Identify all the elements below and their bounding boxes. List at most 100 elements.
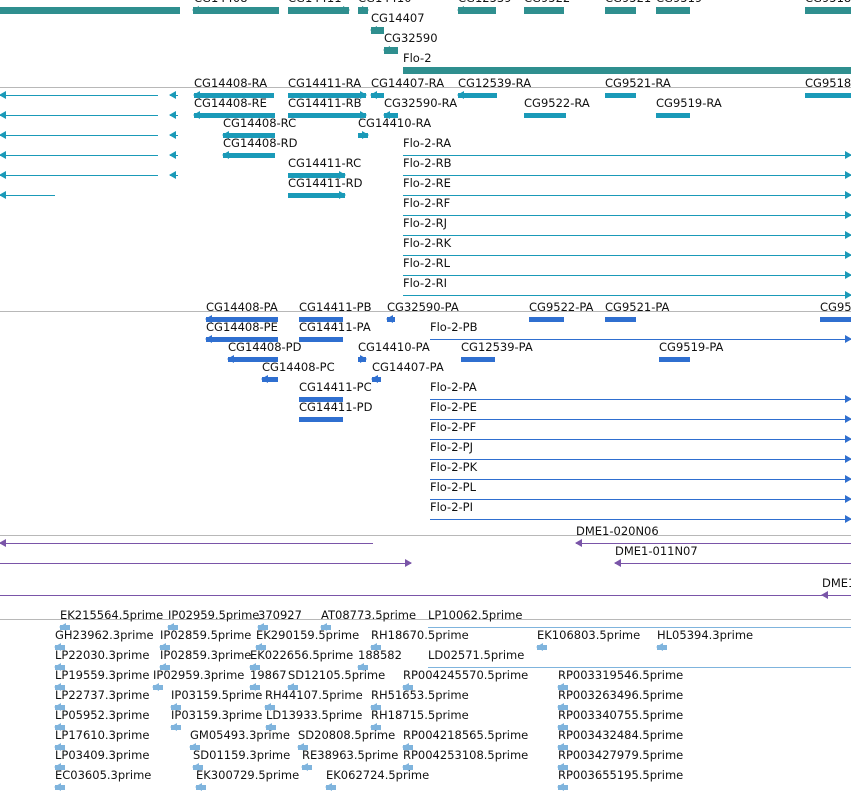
- proteins-feature-label[interactable]: CG9521-PA: [605, 301, 669, 314]
- transcripts-feature-line[interactable]: [403, 235, 851, 236]
- ests-feature-label[interactable]: GH23962.3prime: [55, 629, 154, 642]
- clones-feature-label[interactable]: DME1: [822, 577, 851, 590]
- ests-feature-label[interactable]: LP19559.3prime: [55, 669, 149, 682]
- transcripts-feature-line[interactable]: [403, 155, 851, 156]
- ests-feature-label[interactable]: RP003263496.5prime: [558, 689, 683, 702]
- transcripts-feature-label[interactable]: CG9519-RA: [656, 97, 722, 110]
- transcripts-feature-line[interactable]: [0, 95, 158, 96]
- genes-feature-label[interactable]: CG9521: [605, 0, 651, 5]
- transcripts-feature-box[interactable]: [288, 113, 366, 118]
- proteins-feature-line[interactable]: [430, 399, 851, 400]
- clones-feature-label[interactable]: DME1-020N06: [576, 525, 659, 538]
- clones-feature-line[interactable]: [0, 543, 373, 544]
- ests-feature-label[interactable]: EC03605.3prime: [55, 769, 151, 782]
- genes-feature-label[interactable]: CG9518: [805, 0, 851, 5]
- ests-feature-label[interactable]: 19867: [250, 669, 287, 682]
- transcripts-feature-label[interactable]: Flo-2-RB: [403, 157, 452, 170]
- ests-feature-label[interactable]: GM05493.3prime: [190, 729, 290, 742]
- proteins-feature-label[interactable]: Flo-2-PB: [430, 321, 478, 334]
- proteins-feature-label[interactable]: Flo-2-PL: [430, 481, 476, 494]
- transcripts-feature-box[interactable]: [524, 113, 566, 118]
- ests-feature-label[interactable]: RP003655195.5prime: [558, 769, 683, 782]
- proteins-feature-label[interactable]: CG14407-PA: [372, 361, 444, 374]
- transcripts-feature-line[interactable]: [403, 175, 851, 176]
- transcripts-feature-label[interactable]: CG14411-RA: [288, 77, 361, 90]
- transcripts-feature-line[interactable]: [403, 255, 851, 256]
- ests-feature-label[interactable]: HL05394.3prime: [657, 629, 753, 642]
- genes-feature-label[interactable]: CG14410: [358, 0, 412, 5]
- proteins-feature-label[interactable]: CG12539-PA: [461, 341, 533, 354]
- clones-feature-label[interactable]: DME1-011N07: [615, 545, 698, 558]
- ests-feature-label[interactable]: SD20808.5prime: [298, 729, 395, 742]
- proteins-feature-label[interactable]: CG9519-PA: [659, 341, 723, 354]
- transcripts-feature-line[interactable]: [403, 195, 851, 196]
- proteins-feature-label[interactable]: CG95: [820, 301, 851, 314]
- clones-feature-line[interactable]: [615, 563, 851, 564]
- genes-feature-box[interactable]: [193, 7, 279, 14]
- transcripts-feature-label[interactable]: CG14411-RD: [288, 177, 363, 190]
- proteins-feature-box[interactable]: [529, 317, 564, 322]
- ests-feature-label[interactable]: IP03159.5prime: [171, 689, 262, 702]
- ests-feature-label[interactable]: EK022656.5prime: [250, 649, 353, 662]
- transcripts-feature-label[interactable]: CG9522-RA: [524, 97, 590, 110]
- transcripts-feature-box[interactable]: [605, 93, 636, 98]
- proteins-feature-label[interactable]: Flo-2-PA: [430, 381, 477, 394]
- genes-feature-label[interactable]: CG14408: [194, 0, 248, 5]
- ests-feature-label[interactable]: RE38963.5prime: [302, 749, 398, 762]
- proteins-feature-box[interactable]: [659, 357, 690, 362]
- transcripts-feature-line[interactable]: [403, 275, 851, 276]
- proteins-feature-label[interactable]: CG14410-PA: [358, 341, 430, 354]
- transcripts-feature-label[interactable]: CG14408-RC: [223, 117, 296, 130]
- ests-feature-label[interactable]: RH18670.5prime: [371, 629, 469, 642]
- transcripts-feature-label[interactable]: CG32590-RA: [384, 97, 457, 110]
- transcripts-feature-line[interactable]: [0, 135, 158, 136]
- genes-feature-label[interactable]: CG14407: [371, 12, 425, 25]
- transcripts-feature-label[interactable]: CG14408-RA: [194, 77, 267, 90]
- ests-feature-label[interactable]: EK300729.5prime: [196, 769, 299, 782]
- ests-feature-label[interactable]: RH18715.5prime: [371, 709, 469, 722]
- transcripts-feature-line[interactable]: [0, 195, 55, 196]
- ests-feature-label[interactable]: LP17610.3prime: [55, 729, 149, 742]
- ests-feature-label[interactable]: IP02859.5prime: [160, 629, 251, 642]
- ests-feature-label[interactable]: IP02959.5prime: [168, 609, 259, 622]
- transcripts-feature-label[interactable]: Flo-2-RI: [403, 277, 447, 290]
- transcripts-feature-box[interactable]: [288, 193, 345, 198]
- proteins-feature-label[interactable]: CG14411-PA: [299, 321, 371, 334]
- ests-feature-label[interactable]: RP003340755.5prime: [558, 709, 683, 722]
- transcripts-feature-label[interactable]: Flo-2-RL: [403, 257, 450, 270]
- proteins-feature-label[interactable]: CG14408-PD: [228, 341, 301, 354]
- ests-feature-label[interactable]: EK106803.5prime: [537, 629, 640, 642]
- genes-feature-label[interactable]: CG12539: [458, 0, 512, 5]
- genes-feature-box[interactable]: [288, 7, 349, 14]
- transcripts-feature-box[interactable]: [656, 113, 690, 118]
- transcripts-feature-line[interactable]: [0, 175, 158, 176]
- genes-feature-label[interactable]: Flo-2: [403, 52, 432, 65]
- transcripts-feature-label[interactable]: CG14408-RE: [194, 97, 267, 110]
- genes-feature-label[interactable]: CG9522: [524, 0, 570, 5]
- ests-feature-label[interactable]: EK062724.5prime: [326, 769, 429, 782]
- genes-feature-box[interactable]: [805, 7, 851, 14]
- transcripts-feature-label[interactable]: CG14411-RB: [288, 97, 362, 110]
- genes-feature-label[interactable]: CG32590: [384, 32, 438, 45]
- ests-feature-label[interactable]: RH44107.5prime: [265, 689, 363, 702]
- ests-feature-label[interactable]: LP22030.3prime: [55, 649, 149, 662]
- ests-feature-label[interactable]: RP004245570.5prime: [403, 669, 528, 682]
- proteins-feature-box[interactable]: [299, 337, 343, 342]
- proteins-feature-label[interactable]: Flo-2-PF: [430, 421, 476, 434]
- transcripts-feature-label[interactable]: CG12539-RA: [458, 77, 531, 90]
- proteins-feature-box[interactable]: [299, 417, 343, 422]
- proteins-feature-line[interactable]: [430, 479, 851, 480]
- transcripts-feature-label[interactable]: Flo-2-RA: [403, 137, 451, 150]
- proteins-feature-line[interactable]: [430, 459, 851, 460]
- transcripts-feature-label[interactable]: CG14408-RD: [223, 137, 298, 150]
- ests-feature-label[interactable]: 188582: [358, 649, 402, 662]
- ests-feature-label[interactable]: AT08773.5prime: [321, 609, 416, 622]
- ests-feature-label[interactable]: RP004218565.5prime: [403, 729, 528, 742]
- proteins-feature-label[interactable]: CG14411-PB: [299, 301, 372, 314]
- ests-feature-label[interactable]: RP003319546.5prime: [558, 669, 683, 682]
- proteins-feature-line[interactable]: [430, 519, 851, 520]
- ests-feature-label[interactable]: 370927: [258, 609, 302, 622]
- ests-feature-label[interactable]: RP003432484.5prime: [558, 729, 683, 742]
- transcripts-feature-line[interactable]: [0, 155, 158, 156]
- transcripts-feature-label[interactable]: Flo-2-RK: [403, 237, 451, 250]
